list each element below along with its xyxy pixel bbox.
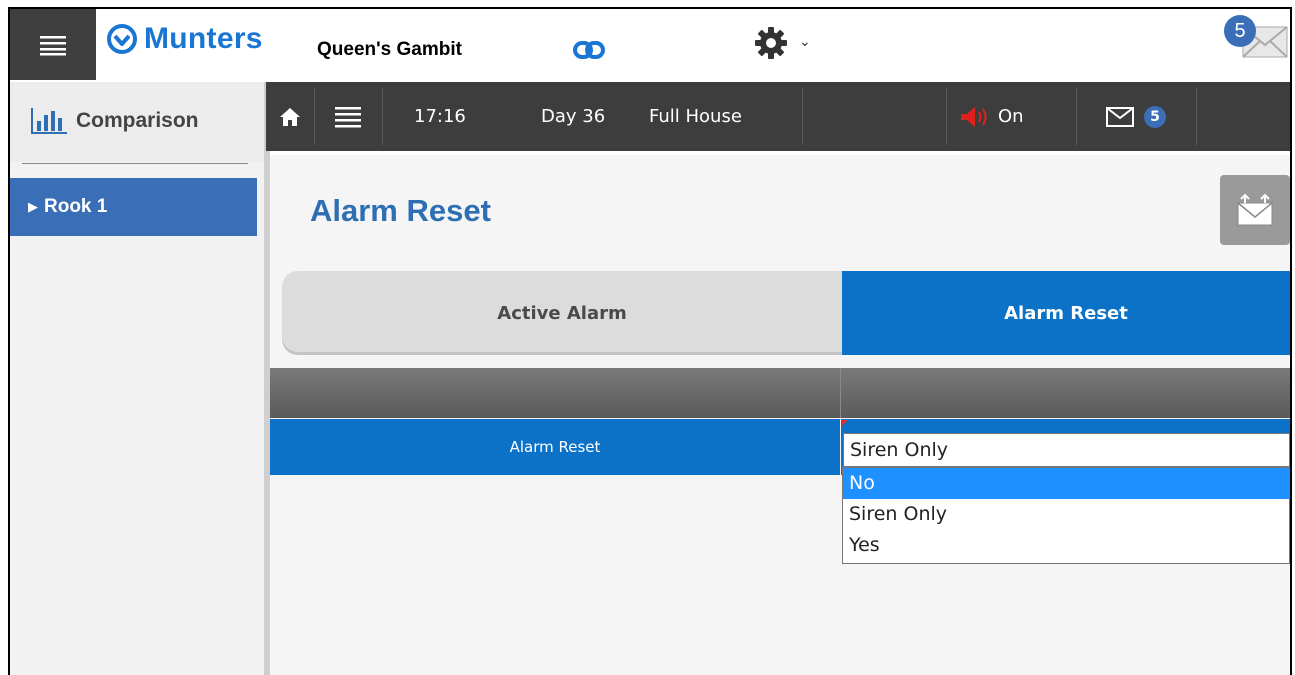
modified-marker [842, 420, 848, 426]
export-button[interactable] [1220, 175, 1290, 245]
brand-name: Munters [144, 22, 263, 55]
status-bar: 17:16 Day 36 Full House On 5 [266, 82, 1290, 151]
app-window: Munters Queen's Gambit ⌄ 5 Comparison ▶ … [8, 7, 1292, 675]
munters-logo: Munters [106, 23, 263, 55]
comparison-label: Comparison [76, 109, 199, 132]
comparison-button[interactable]: Comparison [30, 107, 199, 135]
top-bar: Munters Queen's Gambit ⌄ 5 [10, 9, 1290, 82]
growth-day: Day 36 [541, 106, 606, 127]
menu-button[interactable] [314, 82, 382, 151]
alarm-siren-status[interactable]: On [946, 82, 1066, 151]
sidebar-item-rook-1[interactable]: ▶ Rook 1 [10, 178, 257, 236]
row-label-alarm-reset: Alarm Reset [270, 419, 840, 475]
option-yes[interactable]: Yes [843, 530, 1289, 561]
tab-alarm-reset[interactable]: Alarm Reset [842, 271, 1290, 355]
main-menu-button[interactable] [10, 9, 96, 80]
divider [382, 88, 383, 145]
chevron-down-icon[interactable]: ⌄ [799, 33, 811, 50]
hamburger-icon [335, 106, 361, 127]
divider [1076, 88, 1077, 145]
gear-icon [755, 27, 787, 59]
message-count-badge: 5 [1224, 15, 1256, 47]
divider [1196, 88, 1197, 145]
main-panel: Alarm Reset Active Alarm Alarm Reset Ala… [270, 155, 1290, 675]
page-title: Alarm Reset [310, 193, 491, 228]
messages-status[interactable]: 5 [1086, 82, 1196, 151]
sidebar-divider [22, 163, 248, 164]
home-button[interactable] [266, 82, 314, 151]
option-no[interactable]: No [843, 468, 1289, 499]
tab-bar: Active Alarm Alarm Reset [282, 271, 1290, 355]
hamburger-icon [40, 35, 66, 55]
table-header [270, 368, 1290, 418]
link-button[interactable] [573, 39, 605, 66]
house-mode: Full House [649, 106, 742, 127]
envelope-icon [1106, 106, 1134, 127]
column-divider [840, 368, 841, 418]
munters-logo-icon [107, 24, 137, 54]
alarm-reset-select[interactable]: Siren Only [843, 433, 1290, 467]
alarm-state-label: On [998, 106, 1024, 127]
sidebar: Comparison ▶ Rook 1 [10, 82, 270, 675]
settings-button[interactable] [753, 25, 789, 66]
home-icon [280, 107, 300, 126]
caret-right-icon: ▶ [28, 199, 38, 214]
bar-chart-icon [31, 108, 67, 134]
link-icon [573, 41, 605, 59]
divider [802, 88, 803, 145]
sidebar-item-label: Rook 1 [44, 196, 108, 217]
alarm-reset-dropdown: No Siren Only Yes [842, 467, 1290, 564]
sidebar-header: Comparison [10, 82, 264, 162]
message-count-badge: 5 [1144, 105, 1166, 128]
clock-time: 17:16 [414, 106, 466, 127]
option-siren-only[interactable]: Siren Only [843, 499, 1289, 530]
siren-icon [961, 106, 987, 127]
export-envelope-icon [1237, 193, 1273, 226]
tab-active-alarm[interactable]: Active Alarm [282, 271, 842, 355]
farm-name: Queen's Gambit [317, 39, 462, 60]
